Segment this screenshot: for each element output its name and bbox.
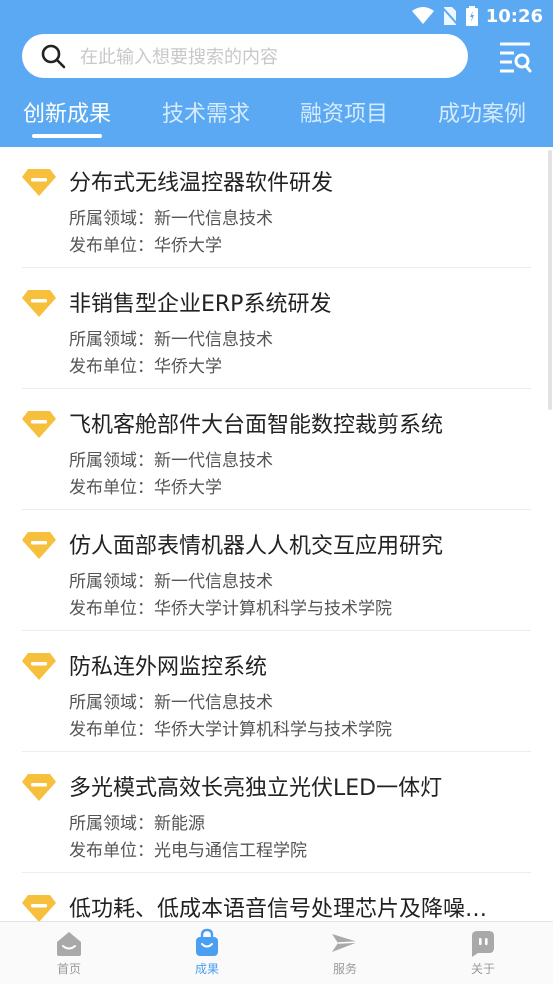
- tab-financing[interactable]: 融资项目: [300, 96, 388, 128]
- nav-achievements[interactable]: 成果: [167, 928, 247, 977]
- search-icon: [41, 44, 66, 69]
- tab-tech-demand[interactable]: 技术需求: [162, 96, 250, 128]
- item-title: 分布式无线温控器软件研发: [69, 171, 334, 196]
- status-time: 10:26: [485, 5, 543, 27]
- list-item[interactable]: 飞机客舱部件大台面智能数控裁剪系统 所属领域：新一代信息技术 发布单位：华侨大学: [22, 389, 531, 510]
- item-field: 所属领域：新一代信息技术: [69, 572, 273, 592]
- diamond-icon: [22, 411, 56, 438]
- list-item[interactable]: 仿人面部表情机器人人机交互应用研究 所属领域：新一代信息技术 发布单位：华侨大学…: [22, 510, 531, 631]
- achievement-list: 分布式无线温控器软件研发 所属领域：新一代信息技术 发布单位：华侨大学 非销售型…: [0, 147, 553, 921]
- search-input[interactable]: 在此输入想要搜索的内容: [22, 34, 468, 78]
- item-publisher: 发布单位：华侨大学: [69, 236, 222, 256]
- item-publisher: 发布单位：华侨大学: [69, 478, 222, 498]
- bag-icon: [196, 928, 218, 956]
- item-publisher: 发布单位：光电与通信工程学院: [69, 841, 307, 861]
- wifi-icon: [411, 7, 434, 24]
- no-sim-icon: [441, 6, 458, 26]
- item-publisher: 发布单位：华侨大学计算机科学与技术学院: [69, 720, 392, 740]
- send-icon: [332, 934, 359, 952]
- nav-label: 首页: [56, 962, 81, 976]
- category-tabs: 创新成果 技术需求 融资项目 成功案例: [0, 96, 553, 147]
- list-item[interactable]: 低功耗、低成本语音信号处理芯片及降噪…: [22, 873, 531, 921]
- item-publisher: 发布单位：华侨大学: [69, 357, 222, 377]
- item-field: 所属领域：新一代信息技术: [69, 209, 273, 229]
- diamond-icon: [22, 774, 56, 801]
- item-title: 防私连外网监控系统: [69, 655, 268, 680]
- item-title: 低功耗、低成本语音信号处理芯片及降噪…: [69, 897, 488, 921]
- nav-home[interactable]: 首页: [29, 928, 109, 977]
- list-item[interactable]: 非销售型企业ERP系统研发 所属领域：新一代信息技术 发布单位：华侨大学: [22, 268, 531, 389]
- item-field: 所属领域：新能源: [69, 814, 205, 834]
- list-item[interactable]: 分布式无线温控器软件研发 所属领域：新一代信息技术 发布单位：华侨大学: [22, 147, 531, 268]
- item-field: 所属领域：新一代信息技术: [69, 693, 273, 713]
- bottom-nav: 首页 成果 服务 关于: [0, 921, 553, 984]
- list-item[interactable]: 多光模式高效长亮独立光伏LED一体灯 所属领域：新能源 发布单位：光电与通信工程…: [22, 752, 531, 873]
- list-item[interactable]: 防私连外网监控系统 所属领域：新一代信息技术 发布单位：华侨大学计算机科学与技术…: [22, 631, 531, 752]
- home-icon: [57, 932, 81, 956]
- nav-label: 成果: [194, 962, 219, 976]
- item-field: 所属领域：新一代信息技术: [69, 451, 273, 471]
- item-title: 非销售型企业ERP系统研发: [69, 292, 332, 317]
- diamond-icon: [22, 169, 56, 196]
- item-field: 所属领域：新一代信息技术: [69, 330, 273, 350]
- item-title: 飞机客舱部件大台面智能数控裁剪系统: [69, 413, 444, 438]
- battery-icon: [465, 6, 478, 26]
- app-header: 10:26 在此输入想要搜索的内容 创新成果 技术需求 融资项目 成功案例: [0, 0, 553, 147]
- item-title: 仿人面部表情机器人人机交互应用研究: [69, 534, 444, 559]
- diamond-icon: [22, 532, 56, 559]
- nav-services[interactable]: 服务: [305, 928, 385, 977]
- nav-label: 服务: [332, 962, 357, 976]
- status-bar: 10:26: [0, 0, 553, 32]
- diamond-icon: [22, 895, 56, 921]
- chat-icon: [472, 931, 494, 957]
- item-publisher: 发布单位：华侨大学计算机科学与技术学院: [69, 599, 392, 619]
- item-title: 多光模式高效长亮独立光伏LED一体灯: [69, 776, 443, 801]
- tab-innovation[interactable]: 创新成果: [23, 96, 111, 128]
- diamond-icon: [22, 290, 56, 317]
- list-scrollbar[interactable]: [548, 150, 552, 410]
- tab-indicator: [32, 134, 102, 138]
- search-placeholder: 在此输入想要搜索的内容: [80, 47, 278, 68]
- nav-label: 关于: [470, 962, 495, 976]
- list-search-icon[interactable]: [498, 40, 532, 74]
- diamond-icon: [22, 653, 56, 680]
- nav-about[interactable]: 关于: [443, 928, 523, 977]
- tab-success-cases[interactable]: 成功案例: [438, 96, 526, 128]
